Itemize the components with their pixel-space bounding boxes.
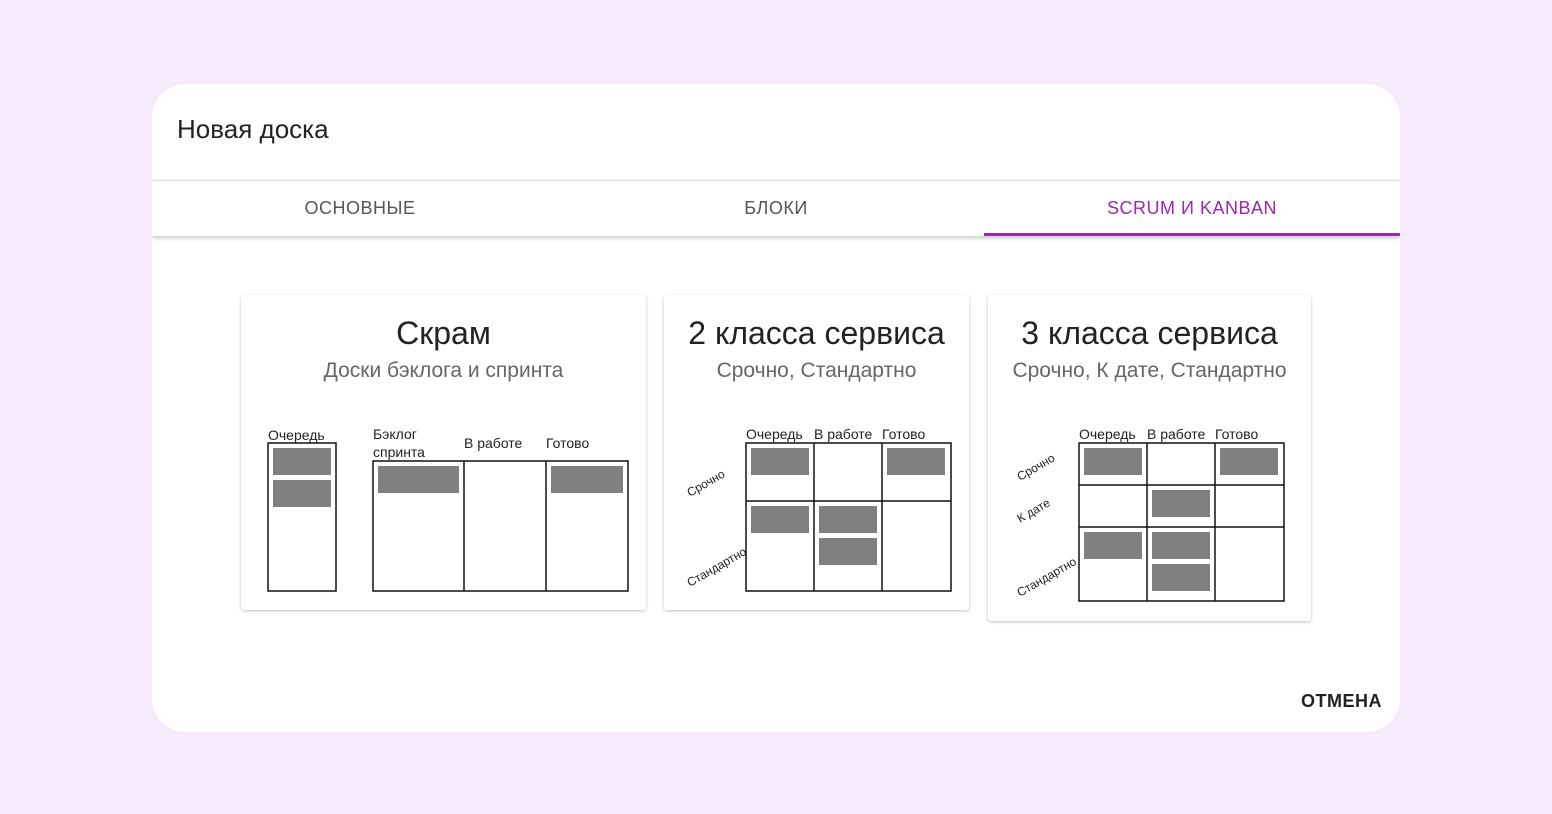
- template-card-scrum[interactable]: Скрам Доски бэклога и спринта Очередь Бэ…: [241, 295, 646, 610]
- sticky-note: [551, 466, 623, 493]
- column-label-sprint: спринта: [373, 444, 425, 460]
- dialog-title: Новая доска: [177, 114, 329, 144]
- sticky-note: [887, 448, 945, 475]
- column-label-in-progress: В работе: [464, 435, 523, 451]
- sticky-note: [273, 480, 331, 507]
- cancel-button[interactable]: ОТМЕНА: [1299, 687, 1384, 716]
- row-label-standard: Стандартно: [685, 544, 750, 589]
- sticky-note: [1220, 448, 1278, 475]
- column-label-done: Готово: [546, 435, 589, 451]
- column-label-in-progress: В работе: [814, 426, 873, 442]
- scrum-board-preview: Очередь Бэклог спринта В работе Готово: [267, 426, 629, 592]
- tab-basic[interactable]: ОСНОВНЫЕ: [152, 181, 568, 236]
- sticky-note: [819, 506, 877, 533]
- sticky-note: [751, 448, 809, 475]
- row-label-urgent: Срочно: [1015, 451, 1058, 484]
- column-label-done: Готово: [882, 426, 925, 442]
- three-classes-board-preview: Очередь В работе Готово Срочно К дате Ст…: [1015, 426, 1285, 602]
- column-label-backlog: Бэклог: [373, 426, 417, 442]
- column-label-queue: Очередь: [746, 426, 803, 442]
- column-label-done: Готово: [1215, 426, 1258, 442]
- sticky-note: [378, 466, 459, 493]
- column-label-queue: Очередь: [268, 427, 325, 443]
- template-card-2-classes[interactable]: 2 класса сервиса Срочно, Стандартно Очер…: [664, 295, 969, 610]
- tab-blocks[interactable]: БЛОКИ: [568, 181, 984, 236]
- column-label-queue: Очередь: [1079, 426, 1136, 442]
- sticky-note: [1084, 448, 1142, 475]
- template-card-3-classes[interactable]: 3 класса сервиса Срочно, К дате, Стандар…: [988, 295, 1311, 621]
- sticky-note: [1152, 490, 1210, 517]
- two-classes-board-preview: Очередь В работе Готово Срочно Стандартн…: [685, 426, 952, 592]
- row-label-urgent: Срочно: [685, 467, 728, 500]
- sticky-note: [1084, 532, 1142, 559]
- row-label-due-date: К дате: [1015, 495, 1053, 525]
- tab-scrum-kanban[interactable]: SCRUM И KANBAN: [984, 181, 1400, 236]
- column-label-in-progress: В работе: [1147, 426, 1206, 442]
- sticky-note: [273, 448, 331, 475]
- sticky-note: [751, 506, 809, 533]
- template-tabs: ОСНОВНЫЕ БЛОКИ SCRUM И KANBAN: [152, 180, 1400, 236]
- row-label-standard: Стандартно: [1015, 554, 1080, 599]
- sticky-note: [1152, 532, 1210, 559]
- sticky-note: [1152, 564, 1210, 591]
- sticky-note: [819, 538, 877, 565]
- new-board-dialog: Новая доска ОСНОВНЫЕ БЛОКИ SCRUM И KANBA…: [152, 84, 1400, 732]
